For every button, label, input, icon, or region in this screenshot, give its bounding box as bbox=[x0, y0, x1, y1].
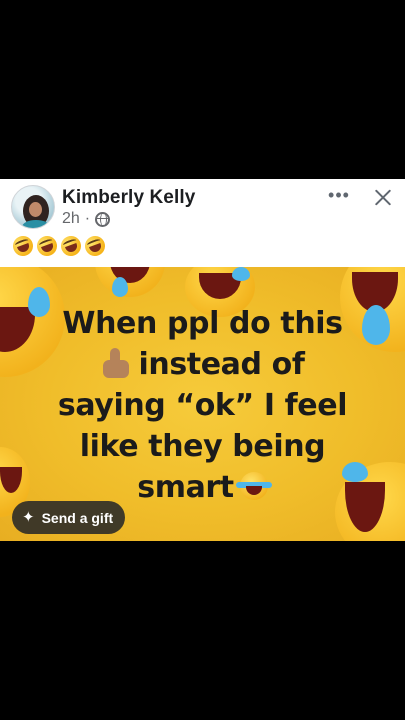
tear-drop-icon bbox=[232, 267, 250, 281]
meme-caption: When ppl do this instead of saying “ok” … bbox=[0, 303, 405, 508]
rolling-laughing-emoji-icon bbox=[82, 233, 108, 259]
post-card: Kimberly Kelly 2h · ••• When ppl do this… bbox=[0, 179, 405, 541]
author-avatar[interactable] bbox=[11, 185, 55, 229]
meme-line-4: like they being bbox=[79, 429, 326, 464]
laughing-face-icon bbox=[95, 267, 165, 297]
meme-line-1: When ppl do this bbox=[62, 306, 343, 341]
tear-drop-icon bbox=[112, 277, 128, 297]
post-time[interactable]: 2h bbox=[62, 210, 80, 228]
meme-line-2: instead of bbox=[0, 344, 405, 385]
author-name[interactable]: Kimberly Kelly bbox=[62, 187, 195, 209]
send-gift-button[interactable]: ✦ Send a gift bbox=[12, 501, 126, 534]
rolling-laughing-emoji-icon bbox=[58, 233, 84, 259]
more-options-button[interactable]: ••• bbox=[325, 185, 353, 207]
rolling-laughing-emoji-icon bbox=[10, 233, 36, 259]
send-gift-label: Send a gift bbox=[41, 509, 114, 526]
post-header: Kimberly Kelly 2h · ••• bbox=[0, 179, 405, 267]
thumbs-up-icon bbox=[100, 348, 132, 378]
post-caption bbox=[10, 233, 108, 259]
post-meta: 2h · bbox=[62, 210, 111, 228]
meme-line-3: saying “ok” I feel bbox=[57, 388, 348, 423]
globe-icon[interactable] bbox=[95, 211, 111, 227]
more-options-icon: ••• bbox=[328, 185, 350, 205]
sparkle-icon: ✦ bbox=[22, 509, 35, 526]
close-icon[interactable] bbox=[370, 185, 396, 211]
meta-separator: · bbox=[84, 210, 91, 227]
rolling-laughing-emoji-icon bbox=[34, 233, 60, 259]
meme-image[interactable]: When ppl do this instead of saying “ok” … bbox=[0, 267, 405, 541]
tears-of-joy-icon bbox=[235, 472, 272, 500]
